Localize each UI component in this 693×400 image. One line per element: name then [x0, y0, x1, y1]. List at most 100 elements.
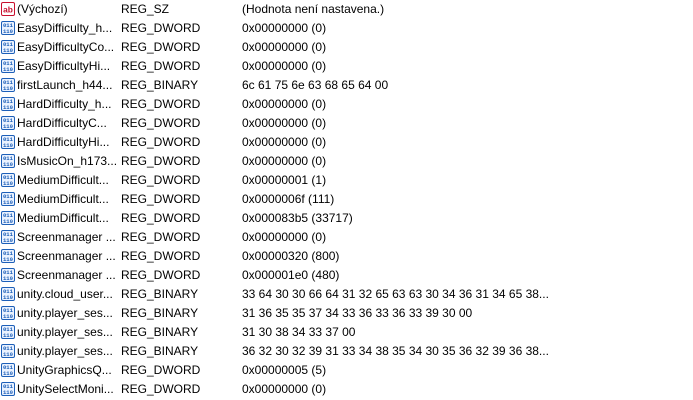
value-data: 0x000001e0 (480) — [242, 268, 340, 282]
string-value-icon — [1, 2, 15, 16]
binary-value-icon — [1, 116, 15, 130]
value-type: REG_BINARY — [121, 287, 199, 301]
value-name: MediumDifficult... — [17, 173, 109, 187]
binary-value-icon — [1, 344, 15, 358]
binary-value-icon — [1, 173, 15, 187]
binary-value-icon — [1, 192, 15, 206]
binary-value-icon — [1, 154, 15, 168]
registry-value-row[interactable]: firstLaunch_h44... REG_BINARY 6c 61 75 6e … — [0, 76, 693, 95]
value-data: 31 30 38 34 33 37 00 — [242, 325, 356, 339]
value-name: unity.player_ses... — [17, 344, 113, 358]
value-name: unity.player_ses... — [17, 306, 113, 320]
value-data: 33 64 30 30 66 64 31 32 65 63 63 30 34 3… — [242, 287, 549, 301]
registry-value-row[interactable]: EasyDifficultyCo... REG_DWORD 0x00000000 (… — [0, 38, 693, 57]
value-type: REG_DWORD — [121, 21, 201, 35]
registry-value-row[interactable]: EasyDifficultyHi... REG_DWORD 0x00000000 (… — [0, 57, 693, 76]
value-data: 0x00000000 (0) — [242, 97, 327, 111]
registry-value-row[interactable]: HardDifficultyC... REG_DWORD 0x00000000 (0… — [0, 114, 693, 133]
value-data: 0x0000006f (111) — [242, 192, 335, 206]
registry-value-row[interactable]: MediumDifficult... REG_DWORD 0x00000001 (1… — [0, 171, 693, 190]
value-name: EasyDifficulty_h... — [17, 21, 113, 35]
value-type: REG_SZ — [121, 2, 170, 16]
registry-value-row[interactable]: Screenmanager ... REG_DWORD 0x00000000 (0) — [0, 228, 693, 247]
value-type: REG_DWORD — [121, 116, 201, 130]
registry-value-row[interactable]: UnityGraphicsQ... REG_DWORD 0x00000005 (5) — [0, 361, 693, 380]
registry-value-row[interactable]: unity.player_ses... REG_BINARY 31 36 35 35… — [0, 304, 693, 323]
registry-value-row[interactable]: unity.cloud_user... REG_BINARY 33 64 30 30… — [0, 285, 693, 304]
value-type: REG_DWORD — [121, 230, 201, 244]
registry-value-row[interactable]: MediumDifficult... REG_DWORD 0x0000006f (1… — [0, 190, 693, 209]
value-name: Screenmanager ... — [17, 230, 116, 244]
value-type: REG_BINARY — [121, 306, 199, 320]
value-data: 0x00000005 (5) — [242, 363, 327, 377]
value-data: 0x00000320 (800) — [242, 249, 340, 263]
value-name: unity.player_ses... — [17, 325, 113, 339]
value-data: 36 32 30 32 39 31 33 34 38 35 34 30 35 3… — [242, 344, 549, 358]
value-name: Screenmanager ... — [17, 249, 116, 263]
value-type: REG_DWORD — [121, 249, 201, 263]
value-name: IsMusicOn_h173... — [17, 154, 117, 168]
registry-value-row[interactable]: UnitySelectMoni... REG_DWORD 0x00000000 (0… — [0, 380, 693, 399]
value-name: EasyDifficultyCo... — [17, 40, 115, 54]
value-data: 6c 61 75 6e 63 68 65 64 00 — [242, 78, 389, 92]
binary-value-icon — [1, 287, 15, 301]
binary-value-icon — [1, 211, 15, 225]
registry-value-row[interactable]: Screenmanager ... REG_DWORD 0x00000320 (80… — [0, 247, 693, 266]
value-type: REG_BINARY — [121, 325, 199, 339]
value-data: 0x00000000 (0) — [242, 116, 327, 130]
value-type: REG_DWORD — [121, 59, 201, 73]
value-type: REG_DWORD — [121, 192, 201, 206]
value-name: unity.cloud_user... — [17, 287, 113, 301]
value-data: (Hodnota není nastavena.) — [242, 2, 385, 16]
value-type: REG_DWORD — [121, 211, 201, 225]
registry-value-row[interactable]: unity.player_ses... REG_BINARY 31 30 38 34… — [0, 323, 693, 342]
registry-value-row[interactable]: Screenmanager ... REG_DWORD 0x000001e0 (48… — [0, 266, 693, 285]
value-data: 31 36 35 35 37 34 33 36 33 36 33 39 30 0… — [242, 306, 473, 320]
registry-values-list: (Výchozí) REG_SZ (Hodnota není nastavena.)… — [0, 0, 693, 400]
value-type: REG_DWORD — [121, 40, 201, 54]
value-data: 0x00000000 (0) — [242, 135, 327, 149]
value-name: HardDifficultyC... — [17, 116, 107, 130]
binary-value-icon — [1, 78, 15, 92]
registry-value-row[interactable]: EasyDifficulty_h... REG_DWORD 0x00000000 (… — [0, 19, 693, 38]
value-name: HardDifficulty_h... — [17, 97, 112, 111]
value-name: Screenmanager ... — [17, 268, 116, 282]
binary-value-icon — [1, 325, 15, 339]
registry-value-row[interactable]: (Výchozí) REG_SZ (Hodnota není nastavena.) — [0, 0, 693, 19]
registry-value-row[interactable]: HardDifficulty_h... REG_DWORD 0x00000000 (… — [0, 95, 693, 114]
binary-value-icon — [1, 135, 15, 149]
value-name: UnitySelectMoni... — [17, 382, 114, 396]
value-data: 0x00000001 (1) — [242, 173, 327, 187]
registry-value-row[interactable]: MediumDifficult... REG_DWORD 0x000083b5 (3… — [0, 209, 693, 228]
binary-value-icon — [1, 268, 15, 282]
binary-value-icon — [1, 97, 15, 111]
registry-value-row[interactable]: unity.player_ses... REG_BINARY 36 32 30 32… — [0, 342, 693, 361]
binary-value-icon — [1, 59, 15, 73]
binary-value-icon — [1, 382, 15, 396]
value-type: REG_DWORD — [121, 382, 201, 396]
value-type: REG_DWORD — [121, 135, 201, 149]
value-type: REG_BINARY — [121, 344, 199, 358]
binary-value-icon — [1, 306, 15, 320]
binary-value-icon — [1, 230, 15, 244]
binary-value-icon — [1, 21, 15, 35]
value-name: UnityGraphicsQ... — [17, 363, 112, 377]
value-data: 0x00000000 (0) — [242, 59, 327, 73]
value-name: MediumDifficult... — [17, 192, 109, 206]
value-data: 0x00000000 (0) — [242, 382, 327, 396]
value-data: 0x00000000 (0) — [242, 154, 327, 168]
value-data: 0x000083b5 (33717) — [242, 211, 353, 225]
value-name: firstLaunch_h44... — [17, 78, 113, 92]
registry-value-row[interactable]: IsMusicOn_h173... REG_DWORD 0x00000000 (0) — [0, 152, 693, 171]
value-data: 0x00000000 (0) — [242, 230, 327, 244]
value-type: REG_DWORD — [121, 97, 201, 111]
value-name: EasyDifficultyHi... — [17, 59, 111, 73]
binary-value-icon — [1, 40, 15, 54]
binary-value-icon — [1, 249, 15, 263]
value-name: MediumDifficult... — [17, 211, 109, 225]
value-data: 0x00000000 (0) — [242, 21, 327, 35]
registry-value-row[interactable]: HardDifficultyHi... REG_DWORD 0x00000000 (… — [0, 133, 693, 152]
value-type: REG_DWORD — [121, 363, 201, 377]
value-name: (Výchozí) — [17, 2, 68, 16]
value-type: REG_BINARY — [121, 78, 199, 92]
